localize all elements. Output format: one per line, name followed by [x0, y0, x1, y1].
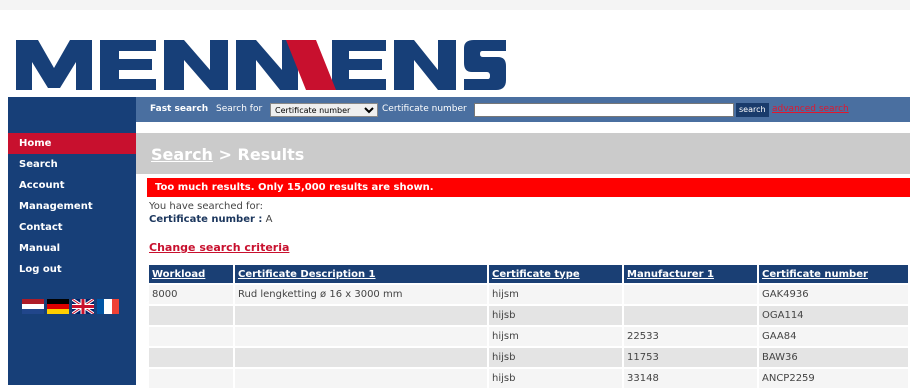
fast-search-bar: Fast search Search for Certificate numbe…: [136, 97, 910, 122]
sidebar: Home Search Account Management Contact M…: [8, 97, 136, 385]
cell-description: [235, 325, 487, 346]
fast-search-title: Fast search: [150, 104, 209, 114]
fast-search-input[interactable]: [474, 103, 734, 117]
breadcrumb-search-link[interactable]: Search: [151, 145, 213, 164]
breadcrumb-current: > Results: [218, 145, 305, 164]
search-field-label: Certificate number: [382, 104, 467, 114]
column-header-description[interactable]: Certificate Description 1: [235, 265, 487, 283]
cell-manufacturer: [624, 283, 757, 304]
change-search-criteria-link[interactable]: Change search criteria: [149, 241, 289, 254]
cell-manufacturer: 11753: [624, 346, 757, 367]
cell-certificate-type: hijsb: [489, 304, 622, 325]
criteria-label: Certificate number :: [149, 214, 263, 225]
column-header-workload[interactable]: Workload: [149, 265, 233, 283]
sidebar-item-contact[interactable]: Contact: [8, 217, 136, 238]
mennens-logo[interactable]: [16, 38, 506, 90]
cell-description: [235, 346, 487, 367]
cell-certificate-type: hijsb: [489, 346, 622, 367]
sidebar-item-home[interactable]: Home: [8, 133, 136, 154]
table-row[interactable]: hijsb OGA114: [149, 304, 908, 325]
dutch-flag-icon[interactable]: [22, 299, 44, 314]
page-title: Search > Results: [151, 145, 304, 164]
language-flags: [22, 299, 119, 314]
error-banner: Too much results. Only 15,000 results ar…: [147, 178, 910, 197]
search-summary-intro: You have searched for:: [149, 201, 263, 212]
search-for-label: Search for: [216, 104, 263, 114]
cell-workload: [149, 304, 233, 325]
table-row[interactable]: hijsb 11753 BAW36: [149, 346, 908, 367]
cell-certificate-type: hijsm: [489, 325, 622, 346]
table-row[interactable]: hijsm 22533 GAA84: [149, 325, 908, 346]
search-summary-criteria: Certificate number : A: [149, 213, 272, 226]
cell-certificate-number: GAK4936: [759, 283, 908, 304]
sidebar-item-log-out[interactable]: Log out: [8, 259, 136, 280]
criteria-value: A: [265, 214, 273, 225]
sidebar-item-management[interactable]: Management: [8, 196, 136, 217]
cell-certificate-number: GAA84: [759, 325, 908, 346]
results-table: Workload Certificate Description 1 Certi…: [147, 265, 910, 388]
cell-manufacturer: [624, 304, 757, 325]
cell-certificate-number: OGA114: [759, 304, 908, 325]
cell-description: Rud lengketting ø 16 x 3000 mm: [235, 283, 487, 304]
column-header-manufacturer[interactable]: Manufacturer 1: [624, 265, 757, 283]
search-summary: You have searched for: Certificate numbe…: [149, 200, 272, 226]
table-header-row: Workload Certificate Description 1 Certi…: [149, 265, 908, 283]
cell-description: [235, 304, 487, 325]
sidebar-menu: Home Search Account Management Contact M…: [8, 133, 136, 280]
french-flag-icon[interactable]: [97, 299, 119, 314]
cell-certificate-number: BAW36: [759, 346, 908, 367]
column-header-certificate-number[interactable]: Certificate number: [759, 265, 908, 283]
cell-manufacturer: 22533: [624, 325, 757, 346]
sidebar-item-manual[interactable]: Manual: [8, 238, 136, 259]
cell-workload: [149, 325, 233, 346]
column-header-certificate-type[interactable]: Certificate type: [489, 265, 622, 283]
page-heading-band: Search > Results: [136, 133, 910, 174]
sidebar-item-search[interactable]: Search: [8, 154, 136, 175]
cell-workload: [149, 346, 233, 367]
error-message: Too much results. Only 15,000 results ar…: [155, 182, 434, 193]
search-field-select[interactable]: Certificate number: [270, 103, 378, 117]
search-button[interactable]: search: [736, 103, 769, 117]
german-flag-icon[interactable]: [47, 299, 69, 314]
advanced-search-link[interactable]: advanced search: [772, 104, 849, 114]
sidebar-item-account[interactable]: Account: [8, 175, 136, 196]
cell-certificate-type: hijsm: [489, 283, 622, 304]
uk-flag-icon[interactable]: [72, 299, 94, 314]
top-strip: [0, 0, 910, 10]
cell-workload: 8000: [149, 283, 233, 304]
table-row[interactable]: 8000 Rud lengketting ø 16 x 3000 mm hijs…: [149, 283, 908, 304]
